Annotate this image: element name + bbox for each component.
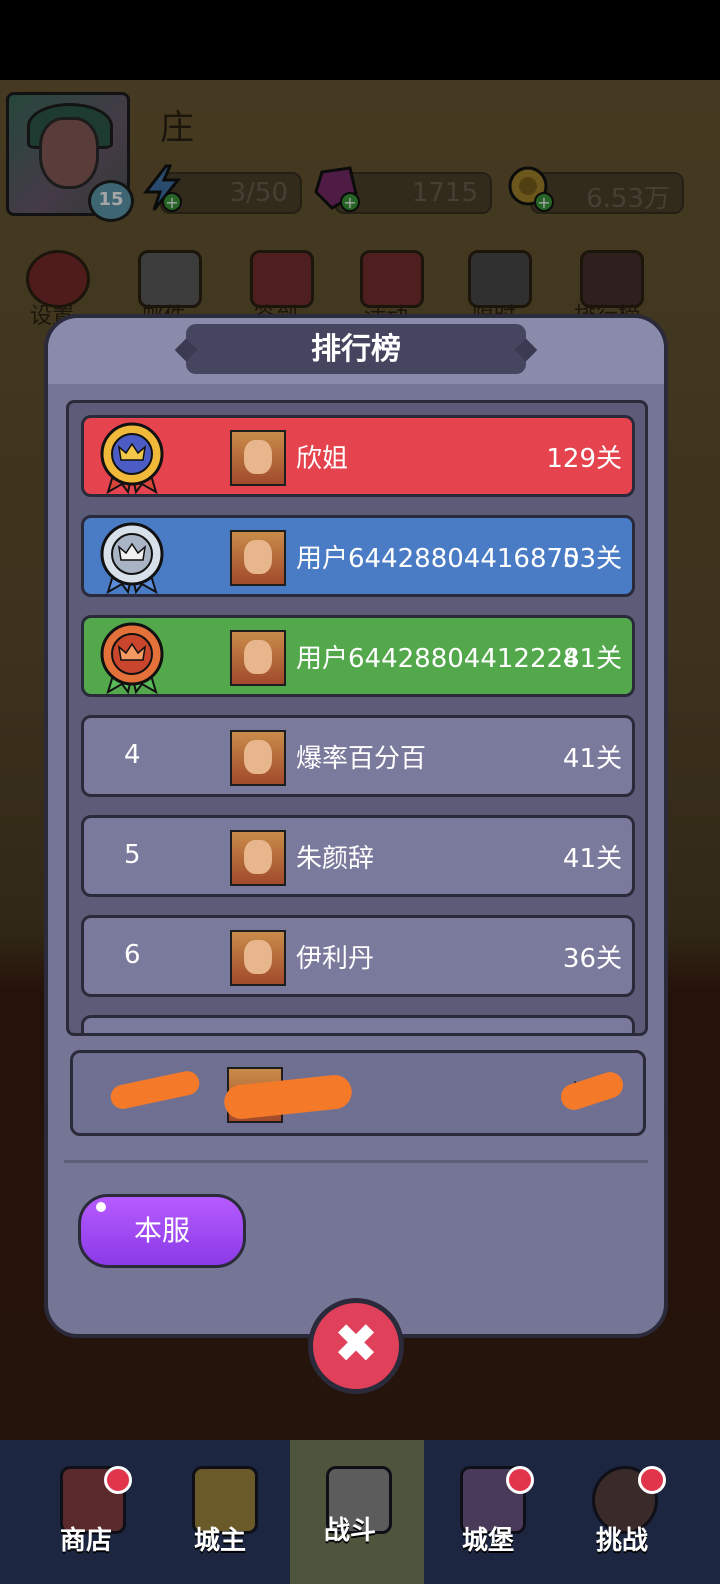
player-avatar-icon	[230, 430, 286, 486]
nav-lord-label: 城主	[194, 1526, 247, 1556]
player-name: 爆率百分百	[296, 744, 427, 774]
bronze-medal-icon	[94, 620, 170, 695]
silver-medal-icon	[94, 520, 170, 595]
gold-medal-icon	[94, 420, 170, 495]
player-avatar-icon	[230, 730, 286, 786]
player-score: 41关	[562, 644, 622, 674]
ranking-row-5[interactable]: 5 朱颜辞 41关	[81, 815, 635, 897]
nav-shop[interactable]	[24, 1440, 156, 1584]
player-avatar-icon	[230, 530, 286, 586]
rank-number: 6	[124, 940, 141, 970]
player-score: 41关	[562, 844, 622, 874]
player-avatar-icon	[230, 930, 286, 986]
nav-challenge-label: 挑战	[596, 1526, 649, 1556]
player-name: 朱颜辞	[296, 844, 375, 874]
notification-dot	[506, 1466, 534, 1494]
notification-dot	[638, 1466, 666, 1494]
player-score: 36关	[562, 944, 622, 974]
player-score: 41关	[562, 744, 622, 774]
ranking-list[interactable]: 欣姐 129关 用户64428804416870 53关 用户644288044…	[66, 400, 648, 1036]
close-button[interactable]: ✖	[308, 1298, 404, 1394]
player-name: 欣姐	[296, 444, 349, 474]
rank-number: 5	[124, 840, 141, 870]
ranking-row-1[interactable]: 欣姐 129关	[81, 415, 635, 497]
nav-challenge[interactable]	[556, 1440, 688, 1584]
ranking-row-4[interactable]: 4 爆率百分百 41关	[81, 715, 635, 797]
nav-castle-label: 城堡	[462, 1526, 515, 1556]
nav-lord[interactable]	[156, 1440, 288, 1584]
notification-dot	[104, 1466, 132, 1494]
nav-battle-label: 战斗	[324, 1516, 377, 1546]
button-highlight	[96, 1202, 106, 1212]
dialog-divider	[64, 1160, 648, 1163]
close-icon: ✖	[333, 1312, 379, 1375]
player-name: 用户64428804412228	[296, 644, 580, 674]
player-avatar-icon	[230, 830, 286, 886]
rank-number: 4	[124, 740, 141, 770]
player-score: 129关	[546, 444, 622, 474]
nav-shop-label: 商店	[60, 1526, 113, 1556]
player-name: 用户64428804416870	[296, 544, 580, 574]
player-avatar-icon	[230, 630, 286, 686]
nav-castle[interactable]	[424, 1440, 556, 1584]
player-name: 伊利丹	[296, 944, 375, 974]
ranking-row-7-partial[interactable]	[81, 1015, 635, 1033]
ranking-row-6[interactable]: 6 伊利丹 36关	[81, 915, 635, 997]
player-score: 53关	[562, 544, 622, 574]
ranking-row-3[interactable]: 用户64428804412228 41关	[81, 615, 635, 697]
dialog-title: 排行榜	[311, 332, 401, 367]
ranking-row-2[interactable]: 用户64428804416870 53关	[81, 515, 635, 597]
